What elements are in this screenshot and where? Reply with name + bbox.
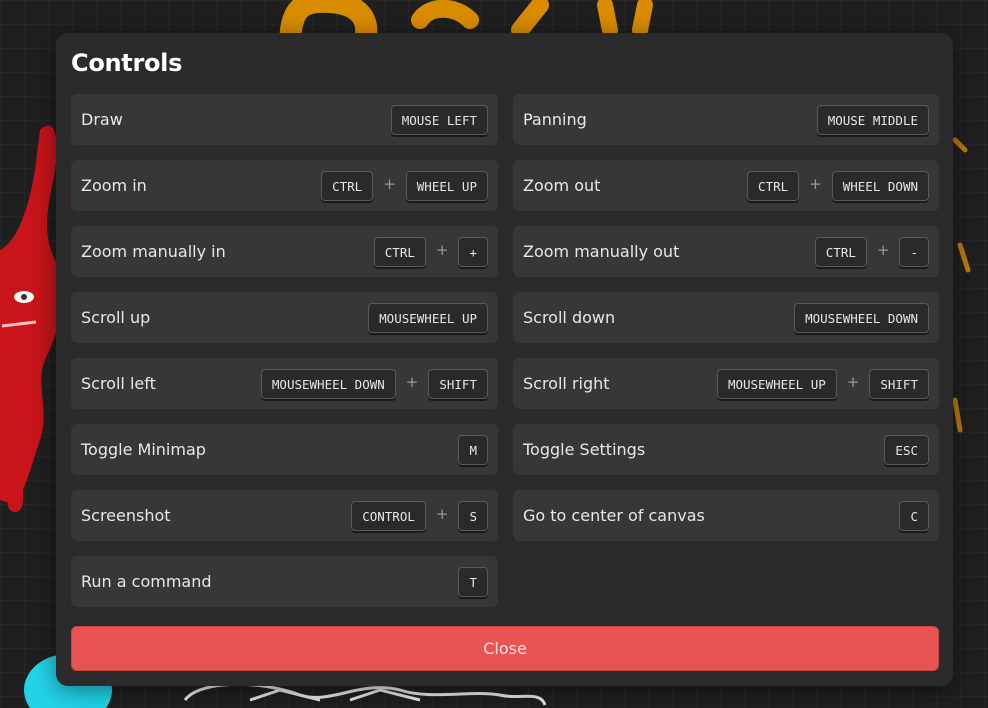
orange-stroke xyxy=(511,0,549,39)
key-combo: MOUSEWHEEL DOWN xyxy=(794,302,929,333)
plus-separator: + xyxy=(435,504,449,523)
control-row: Draw MOUSE LEFT xyxy=(71,94,498,145)
plus-separator: + xyxy=(383,174,396,193)
key-combo: CTRL + + xyxy=(373,236,488,267)
key-combo: CONTROL + S xyxy=(351,500,488,531)
control-label: Scroll down xyxy=(523,308,616,327)
control-label: Zoom in xyxy=(81,176,147,195)
key-badge: MOUSE LEFT xyxy=(390,104,488,135)
control-label: Scroll right xyxy=(523,374,610,393)
controls-dialog: Controls Draw MOUSE LEFT Panning MOUSE MIDD… xyxy=(56,33,953,686)
control-label: Zoom manually in xyxy=(81,242,226,261)
close-button[interactable]: Close xyxy=(71,626,939,671)
key-badge: + xyxy=(458,236,488,267)
key-badge: ESC xyxy=(884,434,929,465)
key-badge: MOUSEWHEEL UP xyxy=(368,302,488,333)
control-label: Scroll up xyxy=(81,308,151,327)
control-label: Zoom out xyxy=(523,176,601,195)
key-badge: WHEEL UP xyxy=(405,170,488,201)
key-badge: SHIFT xyxy=(428,368,488,399)
orange-stroke xyxy=(952,137,971,433)
control-row: Screenshot CONTROL + S xyxy=(71,490,498,541)
key-combo: MOUSEWHEEL UP xyxy=(368,302,488,333)
key-combo: MOUSE LEFT xyxy=(390,104,488,135)
key-badge: WHEEL DOWN xyxy=(831,170,929,201)
control-row: Scroll down MOUSEWHEEL DOWN xyxy=(513,292,939,343)
control-label: Toggle Minimap xyxy=(81,440,206,459)
key-combo: MOUSE MIDDLE xyxy=(816,104,929,135)
key-badge: SHIFT xyxy=(869,368,929,399)
control-row: Zoom in CTRL + WHEEL UP xyxy=(71,160,498,211)
control-label: Run a command xyxy=(81,572,212,591)
key-badge: CTRL xyxy=(321,170,374,201)
key-badge: CTRL xyxy=(747,170,800,201)
control-label: Scroll left xyxy=(81,374,156,393)
key-combo: CTRL + WHEEL UP xyxy=(321,170,488,201)
plus-separator: + xyxy=(846,372,860,391)
orange-stroke xyxy=(411,0,479,29)
key-combo: T xyxy=(458,566,488,597)
control-row: Go to center of canvas C xyxy=(513,490,939,541)
key-badge: CTRL xyxy=(373,236,426,267)
key-badge: MOUSEWHEEL UP xyxy=(716,368,837,399)
controls-grid: Draw MOUSE LEFT Panning MOUSE MIDDLE Zoom in… xyxy=(71,94,939,607)
control-label: Screenshot xyxy=(81,506,171,525)
control-row: Zoom manually in CTRL + + xyxy=(71,226,498,277)
plus-separator: + xyxy=(809,174,822,193)
control-row: Zoom out CTRL + WHEEL DOWN xyxy=(513,160,939,211)
key-combo: M xyxy=(458,434,488,465)
key-combo: C xyxy=(899,500,929,531)
key-combo: MOUSEWHEEL UP + SHIFT xyxy=(716,368,929,399)
control-row: Toggle Settings ESC xyxy=(513,424,939,475)
control-label: Draw xyxy=(81,110,123,129)
control-row: Scroll left MOUSEWHEEL DOWN + SHIFT xyxy=(71,358,498,409)
control-row: Scroll up MOUSEWHEEL UP xyxy=(71,292,498,343)
key-combo: CTRL + - xyxy=(814,236,929,267)
key-combo: MOUSEWHEEL DOWN + SHIFT xyxy=(260,368,488,399)
control-row: Zoom manually out CTRL + - xyxy=(513,226,939,277)
control-row: Panning MOUSE MIDDLE xyxy=(513,94,939,145)
dialog-title: Controls xyxy=(71,49,183,77)
control-label: Toggle Settings xyxy=(523,440,646,459)
key-badge: T xyxy=(458,566,488,597)
control-row: Toggle Minimap M xyxy=(71,424,498,475)
key-badge: MOUSEWHEEL DOWN xyxy=(794,302,929,333)
key-badge: - xyxy=(899,236,929,267)
key-badge: C xyxy=(899,500,929,531)
key-badge: CTRL xyxy=(814,236,867,267)
red-figure-pupil xyxy=(21,294,27,300)
key-badge: S xyxy=(458,500,488,531)
plus-separator: + xyxy=(435,240,449,259)
key-combo: CTRL + WHEEL DOWN xyxy=(747,170,929,201)
key-badge: MOUSEWHEEL DOWN xyxy=(260,368,396,399)
plus-separator: + xyxy=(876,240,890,259)
key-badge: CONTROL xyxy=(351,500,426,531)
control-row: Scroll right MOUSEWHEEL UP + SHIFT xyxy=(513,358,939,409)
control-label: Go to center of canvas xyxy=(523,506,705,525)
key-badge: M xyxy=(458,434,488,465)
plus-separator: + xyxy=(405,372,419,391)
control-row: Run a command T xyxy=(71,556,498,607)
key-combo: ESC xyxy=(884,434,929,465)
key-badge: MOUSE MIDDLE xyxy=(816,104,929,135)
orange-stroke xyxy=(597,0,653,38)
control-label: Panning xyxy=(523,110,587,129)
control-label: Zoom manually out xyxy=(523,242,680,261)
